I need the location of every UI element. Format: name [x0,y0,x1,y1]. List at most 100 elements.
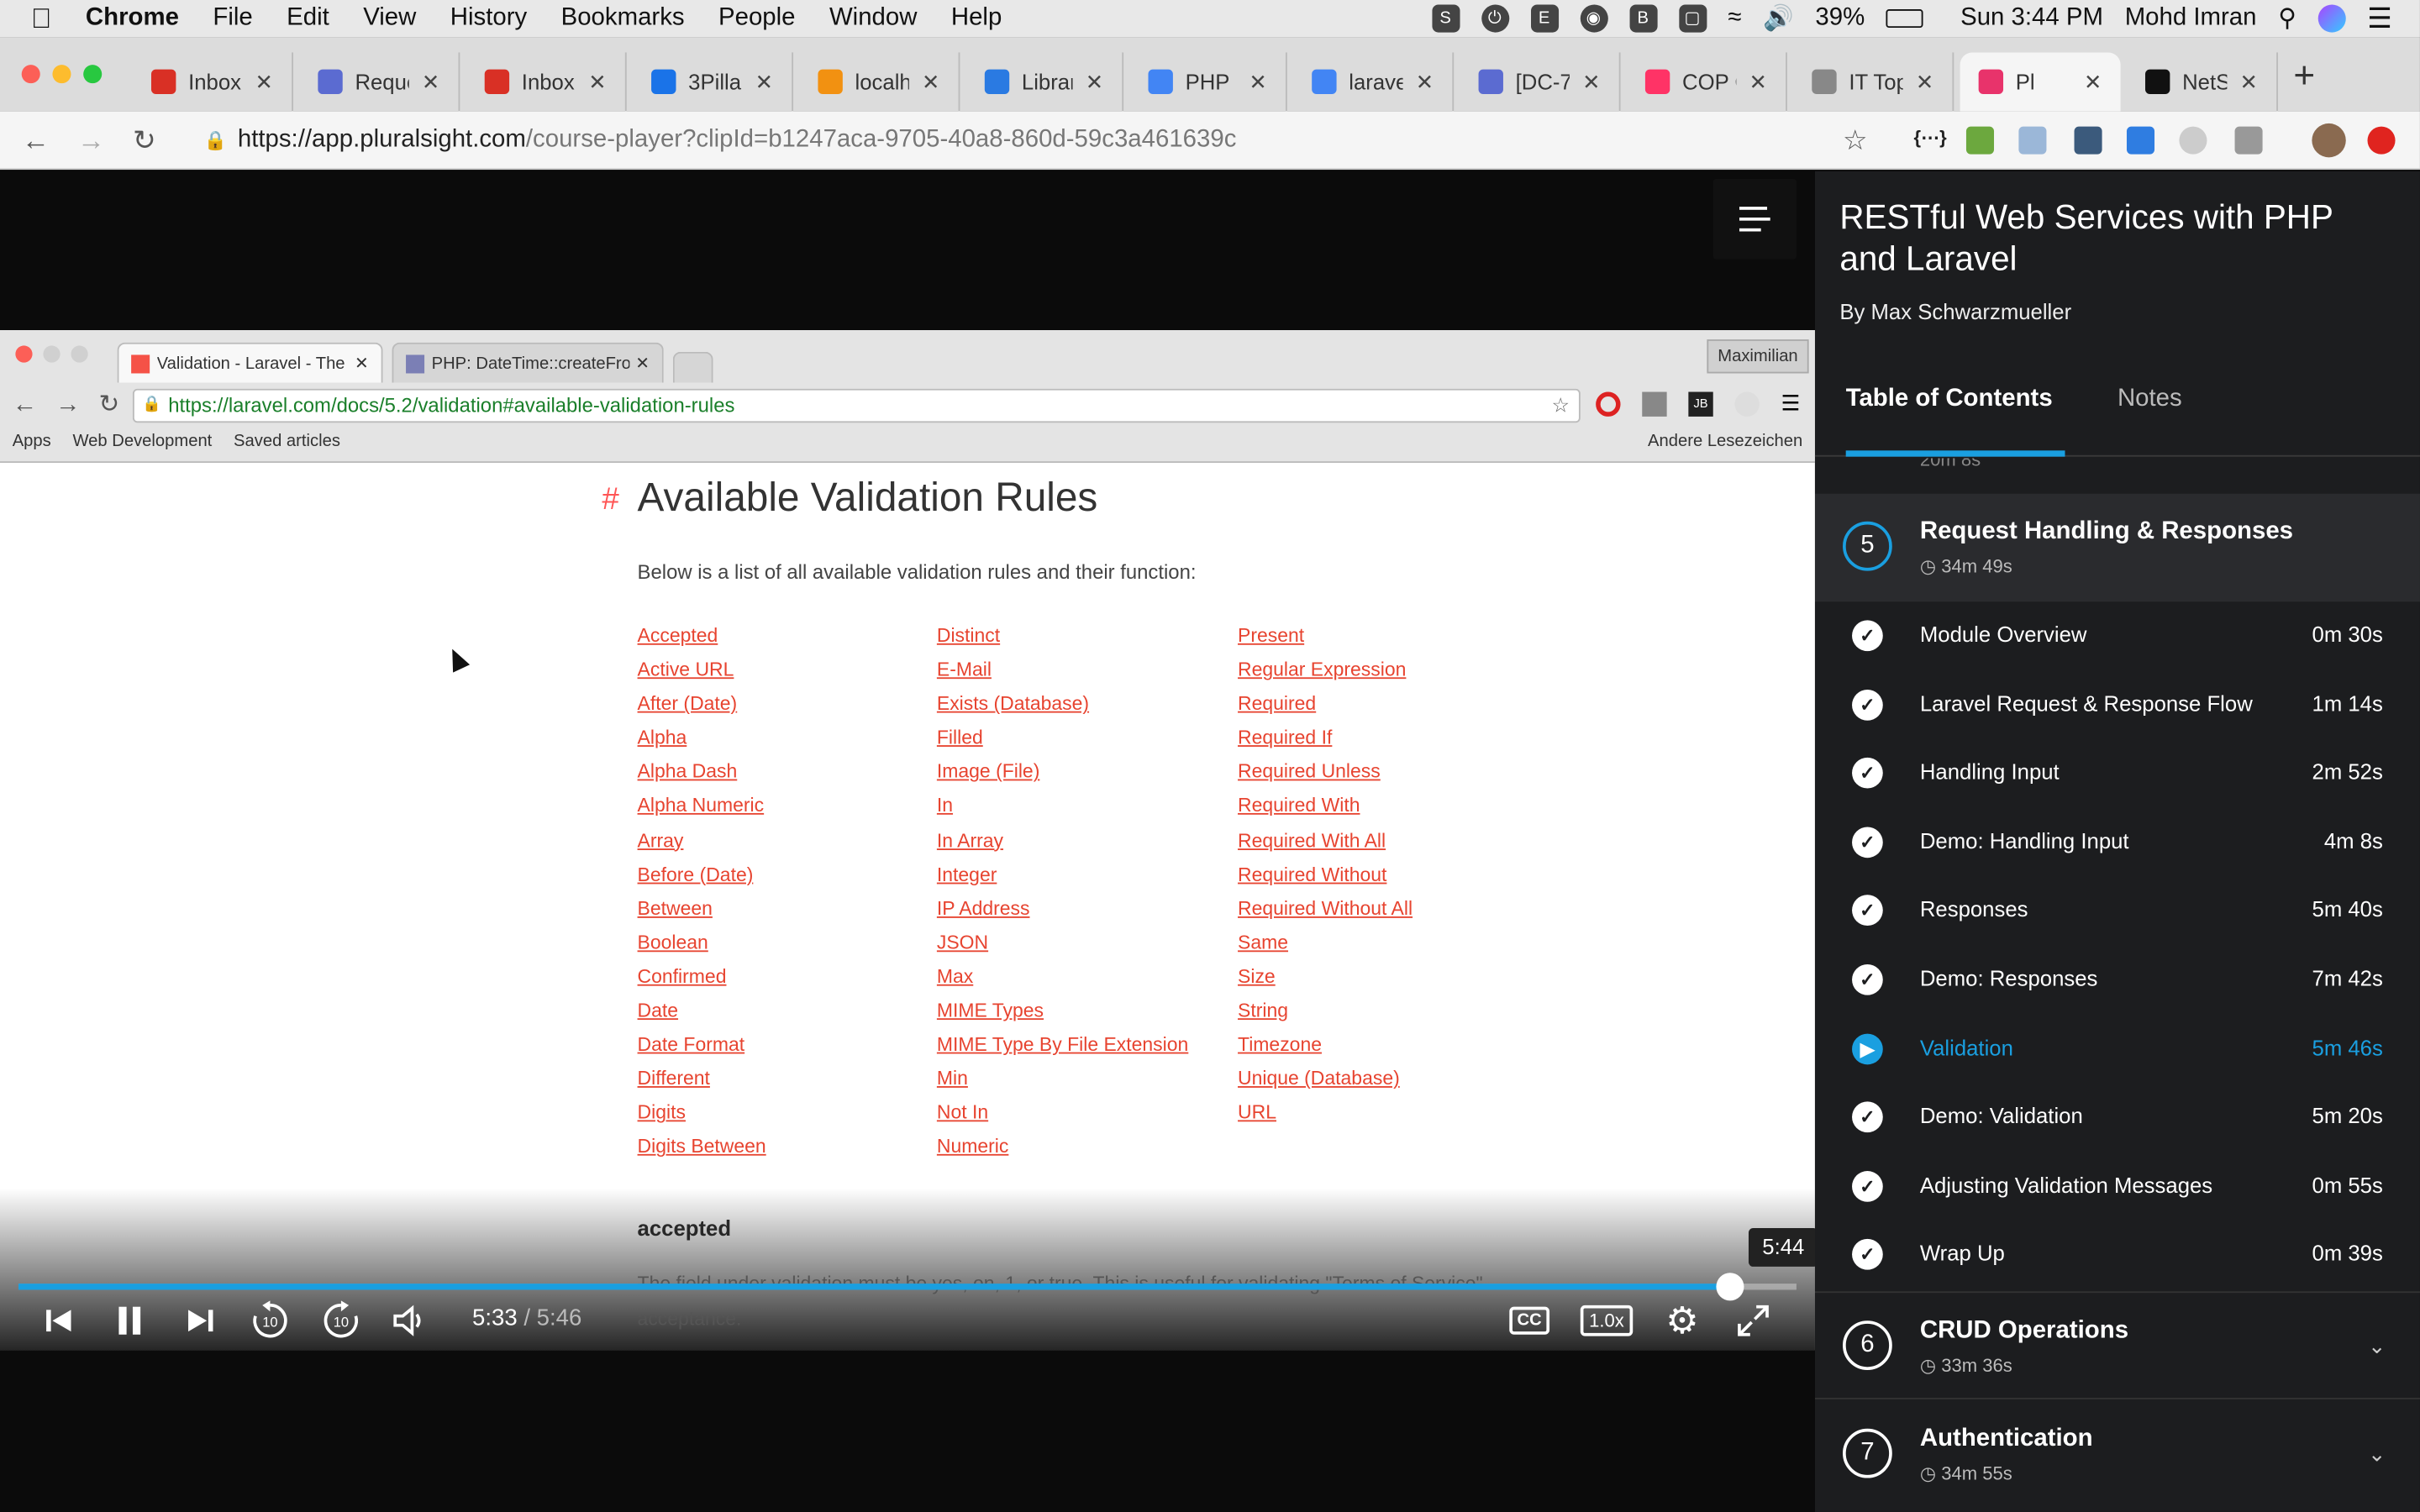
chevron-down-icon[interactable]: ⌄ [2368,1333,2386,1359]
close-window-button[interactable] [21,65,40,84]
browser-tab[interactable]: localh ✕ [799,52,960,112]
toc-scroll[interactable]: 20m 8s 5 Request Handling & Responses ◷ … [1814,458,2420,1511]
evernote-icon[interactable]: E [1530,4,1559,33]
menu-window[interactable]: Window [829,0,918,37]
close-tab-icon[interactable]: ✕ [588,69,607,95]
browser-tab[interactable]: COP C ✕ [1627,52,1787,112]
close-tab-icon[interactable]: ✕ [1416,69,1434,95]
tab-table-of-contents[interactable]: Table of Contents [1846,386,2053,413]
close-tab-icon[interactable]: ✕ [1916,69,1934,95]
close-tab-icon[interactable]: ✕ [755,69,774,95]
menubar-user[interactable]: Mohd Imran [2125,5,2257,33]
volume-icon[interactable]: 🔊 [1763,3,1794,34]
close-tab-icon[interactable]: ✕ [1749,69,1767,95]
browser-tab[interactable]: Inbox ✕ [466,52,627,112]
clip-item[interactable]: ✓ Demo: Handling Input 4m 8s [1815,808,2420,877]
skype-icon[interactable]: S [1431,4,1460,33]
module-authentication[interactable]: 7 Authentication ◷ 34m 55s ⌄ [1815,1401,2420,1509]
next-clip-button[interactable] [179,1299,222,1342]
menu-bookmarks[interactable]: Bookmarks [561,0,685,37]
module-crud-operations[interactable]: 6 CRUD Operations ◷ 33m 36s ⌄ [1814,1291,2420,1399]
clip-item[interactable]: ✓ Wrap Up 0m 39s [1815,1221,2420,1290]
playback-speed-button[interactable]: 1.0x [1574,1299,1639,1342]
menu-people[interactable]: People [718,0,796,37]
progress-bar[interactable] [18,1273,1797,1301]
close-tab-icon[interactable]: ✕ [255,69,274,95]
clip-item[interactable]: ✓ Adjusting Validation Messages 0m 55s [1815,1152,2420,1221]
browser-tab[interactable]: laravel ✕ [1293,52,1455,112]
browser-tab[interactable]: IT Top ✕ [1793,52,1954,112]
browser-tab[interactable]: Pl ✕ [1960,52,2121,112]
facebook-extension-icon[interactable] [2234,126,2263,155]
update-alert-icon[interactable] [2367,126,2396,155]
circle-extension-icon[interactable] [2179,126,2207,155]
browser-tab[interactable]: Inbox ✕ [133,52,293,112]
close-tab-icon[interactable]: ✕ [1249,69,1267,95]
zoom-window-button[interactable] [83,65,103,84]
globe-icon[interactable]: ◉ [1579,4,1607,33]
captions-button[interactable]: CC [1507,1299,1553,1342]
url-bar[interactable]: 🔒 https://app.pluralsight.com/course-pla… [194,117,1890,164]
browser-tab[interactable]: Library ✕ [966,52,1124,112]
bold-b-icon[interactable]: B [1628,4,1657,33]
lock-icon[interactable]: 🔒 [203,118,226,164]
browser-tab[interactable]: Reque ✕ [299,52,460,112]
minimize-window-button[interactable] [52,65,71,84]
back-button[interactable]: ← [22,111,50,170]
menu-help[interactable]: Help [951,0,1002,37]
screenshot-extension-icon[interactable] [2018,126,2047,155]
close-tab-icon[interactable]: ✕ [2084,69,2102,95]
volume-icon[interactable] [389,1299,432,1342]
clip-item-current[interactable]: ▶ Validation 5m 46s [1815,1015,2420,1084]
browser-tab[interactable]: 3Pillar ✕ [633,52,794,112]
close-tab-icon[interactable]: ✕ [922,69,940,95]
progress-scrubber[interactable] [1717,1273,1745,1301]
notification-center-icon[interactable]: ☰ [2367,3,2392,35]
menu-view[interactable]: View [363,0,416,37]
profile-avatar[interactable] [2312,123,2346,158]
settings-gear-icon[interactable]: ⚙ [1660,1299,1703,1342]
clip-item[interactable]: ✓ Responses 5m 40s [1815,877,2420,946]
reload-button[interactable]: ↻ [133,111,156,170]
forward-button[interactable]: → [77,111,105,170]
browser-tab[interactable]: PHP p ✕ [1129,52,1287,112]
pencil-extension-icon[interactable] [2126,126,2155,155]
fullscreen-icon[interactable] [1732,1299,1775,1342]
course-menu-button[interactable] [1712,179,1797,260]
menu-history[interactable]: History [450,0,527,37]
browser-tab[interactable]: [DC-7 ✕ [1460,52,1621,112]
menu-app-name[interactable]: Chrome [86,0,179,37]
clip-item[interactable]: ✓ Handling Input 2m 52s [1815,739,2420,808]
shield-icon[interactable]: ▢ [1678,4,1707,33]
power-icon[interactable]: ⏻ [1481,4,1509,33]
menu-edit[interactable]: Edit [287,0,329,37]
layers-extension-icon[interactable] [2074,126,2102,155]
wifi-icon[interactable]: ≈ [1728,5,1741,33]
siri-icon[interactable] [2317,4,2346,33]
clip-item[interactable]: ✓ Demo: Responses 7m 42s [1815,946,2420,1015]
rewind-10-icon[interactable]: 10 [247,1299,293,1342]
clip-item[interactable]: ✓ Module Overview 0m 30s [1815,601,2420,670]
pause-button[interactable] [108,1299,151,1342]
evernote-extension-icon[interactable] [1965,126,1995,155]
forward-10-icon[interactable]: 10 [318,1299,364,1342]
chevron-down-icon[interactable]: ⌄ [2368,1441,2386,1467]
close-tab-icon[interactable]: ✕ [2240,69,2259,95]
menubar-clock[interactable]: Sun 3:44 PM [1960,5,2103,33]
new-tab-button[interactable]: + [2293,55,2315,98]
bookmark-star-icon[interactable]: ☆ [1843,111,1868,170]
close-tab-icon[interactable]: ✕ [1582,69,1601,95]
apple-icon[interactable]:  [31,0,52,37]
battery-icon[interactable] [1886,9,1924,29]
browser-tab[interactable]: NetSu ✕ [2127,52,2278,112]
clip-item[interactable]: ✓ Laravel Request & Response Flow 1m 14s [1815,670,2420,739]
previous-clip-button[interactable] [37,1299,80,1342]
module-request-handling[interactable]: 5 Request Handling & Responses ◷ 34m 49s [1814,493,2420,602]
tab-notes[interactable]: Notes [2118,386,2182,413]
clip-item[interactable]: ✓ Demo: Validation 5m 20s [1815,1084,2420,1152]
close-tab-icon[interactable]: ✕ [422,69,440,95]
menu-file[interactable]: File [213,0,252,37]
spotlight-search-icon[interactable]: ⚲ [2278,3,2296,34]
close-tab-icon[interactable]: ✕ [1086,69,1104,95]
json-formatter-extension-icon[interactable]: {⋯} [1914,127,1947,155]
